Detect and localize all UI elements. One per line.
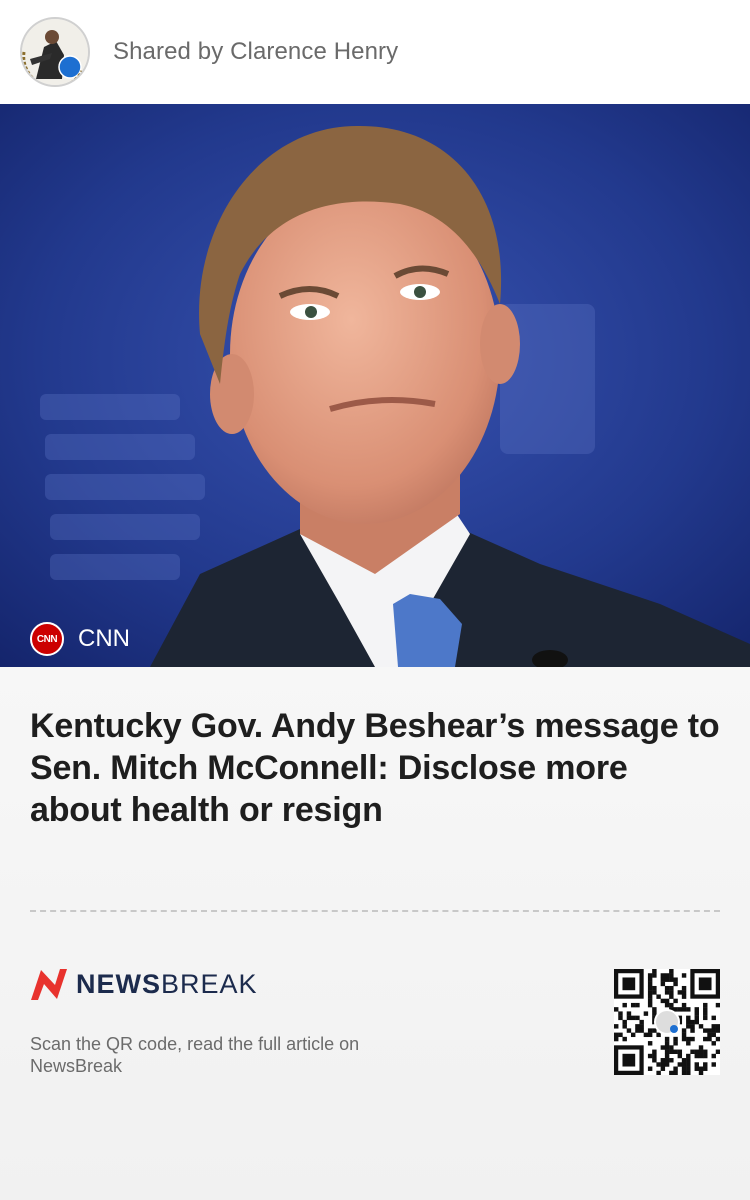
article-image[interactable]: CNN CNN: [0, 104, 750, 667]
newsbreak-brand: NEWSBREAK: [30, 967, 258, 1001]
article-card: Kentucky Gov. Andy Beshear’s message to …: [0, 667, 750, 1200]
newsbreak-wordmark: NEWSBREAK: [76, 968, 258, 999]
profile-avatar-icon: [22, 19, 88, 85]
source-name: CNN: [78, 625, 130, 652]
source-badge: CNN CNN: [30, 622, 130, 656]
scan-instructions: Scan the QR code, read the full article …: [30, 1034, 360, 1076]
cnn-logo-icon: CNN: [30, 622, 64, 656]
share-header: Shared by Clarence Henry: [0, 0, 750, 104]
shared-by-text: Shared by Clarence Henry: [113, 38, 399, 65]
article-headline[interactable]: Kentucky Gov. Andy Beshear’s message to …: [30, 705, 720, 831]
newsbreak-logo-icon: [31, 969, 67, 1000]
qr-code-icon[interactable]: [614, 969, 721, 1076]
qr-code-graphic: [614, 969, 721, 1076]
news-photo-icon: [0, 104, 750, 667]
avatar[interactable]: [22, 19, 88, 85]
dashed-divider: [30, 910, 720, 912]
